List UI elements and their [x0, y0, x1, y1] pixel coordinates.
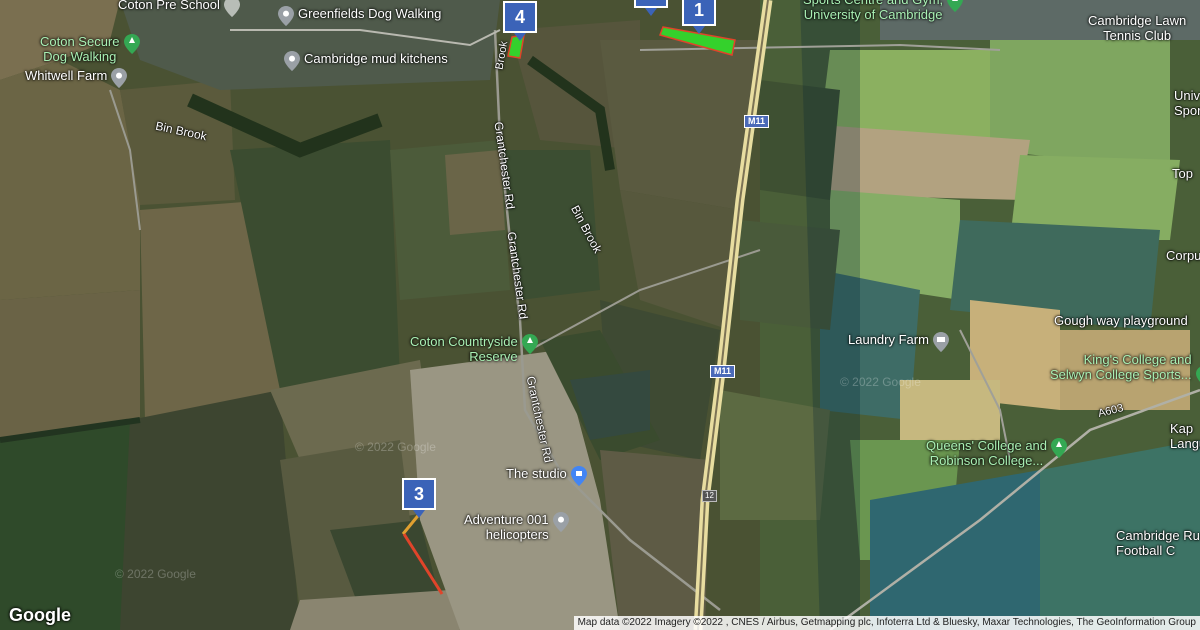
marker-number: 3 — [402, 478, 436, 510]
location-pin-icon — [111, 68, 128, 88]
watermark: © 2022 Google — [355, 440, 436, 454]
poi-the-studio[interactable]: The studio — [506, 466, 587, 486]
poi-queens-college[interactable]: Queens' College and Robinson College... — [926, 438, 1068, 468]
poi-label: Greenfields Dog Walking — [298, 6, 442, 21]
poi-lawn-tennis[interactable]: Cambridge Lawn Tennis Club — [1088, 13, 1186, 43]
park-pin-icon — [521, 334, 538, 354]
poi-label: Queens' College and Robinson College... — [926, 438, 1048, 468]
label-univ-sports: Univ Sports C — [1174, 88, 1200, 118]
marker-tip — [693, 26, 705, 34]
poi-adventure-helicopters[interactable]: Adventure 001 helicopters — [464, 512, 569, 542]
poi-label: Adventure 001 helicopters — [464, 512, 549, 542]
satellite-map[interactable] — [0, 0, 1200, 630]
label-kap-language: Kap Languag — [1170, 421, 1200, 451]
poi-label: Sports Centre and Gym, University of Cam… — [803, 0, 943, 22]
poi-label: Cambridge Lawn Tennis Club — [1088, 13, 1187, 43]
route-marker-3[interactable]: 3 — [402, 478, 436, 518]
route-marker-1[interactable]: 1 — [682, 0, 716, 34]
poi-laundry-farm[interactable]: Laundry Farm — [848, 332, 949, 352]
poi-label: The studio — [506, 466, 567, 481]
poi-label: Whitwell Farm — [25, 68, 108, 83]
marker-tip — [413, 510, 425, 518]
marker-number — [634, 0, 668, 8]
location-pin-icon — [552, 512, 569, 532]
park-pin-icon — [123, 34, 140, 54]
poi-mud-kitchens[interactable]: Cambridge mud kitchens — [284, 51, 448, 71]
poi-coton-reserve[interactable]: Coton Countryside Reserve — [410, 334, 538, 364]
label-cambridge-rugby: Cambridge Ru Football C — [1116, 528, 1200, 558]
poi-coton-secure[interactable]: Coton Secure Dog Walking — [40, 34, 140, 64]
label-corpus: Corpu — [1166, 248, 1200, 263]
school-pin-icon — [932, 332, 949, 352]
motorway-shield-m11: M11 — [710, 365, 736, 378]
poi-coton-pre-school[interactable]: Coton Pre School — [118, 0, 240, 17]
park-pin-icon — [1195, 366, 1200, 383]
location-pin-icon — [284, 51, 300, 71]
shopping-pin-icon — [570, 466, 587, 486]
watermark: © 2022 Google — [115, 567, 196, 581]
location-pin-icon — [278, 6, 294, 26]
watermark: © 2022 Google — [840, 375, 921, 389]
poi-label: Coton Countryside Reserve — [410, 334, 518, 364]
motorway-shield-m11: M11 — [744, 115, 770, 128]
poi-sports-centre[interactable]: Sports Centre and Gym, University of Cam… — [803, 0, 964, 22]
poi-label: Laundry Farm — [848, 332, 929, 347]
marker-number: 4 — [503, 1, 537, 33]
park-pin-icon — [1051, 438, 1068, 458]
junction-number: 12 — [702, 490, 717, 502]
marker-number: 1 — [682, 0, 716, 26]
poi-whitwell-farm[interactable]: Whitwell Farm — [25, 68, 128, 88]
google-logo: Google — [9, 605, 71, 625]
label-top: Top — [1172, 166, 1193, 181]
poi-label: Cambridge mud kitchens — [304, 51, 448, 66]
park-pin-icon — [947, 0, 964, 12]
poi-label: Coton Pre School — [118, 0, 220, 12]
poi-label: Coton Secure Dog Walking — [40, 34, 120, 64]
location-pin-icon — [223, 0, 240, 17]
route-marker[interactable] — [634, 0, 668, 16]
marker-tip — [645, 8, 657, 16]
poi-kings-college-sports[interactable]: King's College and Selwyn College Sports… — [1050, 352, 1200, 386]
route-marker-4[interactable]: 4 — [503, 1, 537, 41]
poi-greenfields[interactable]: Greenfields Dog Walking — [278, 6, 441, 26]
marker-tip — [514, 33, 526, 41]
poi-label: King's College and Selwyn College Sports… — [1050, 352, 1192, 382]
map-attribution: Map data ©2022 Imagery ©2022 , CNES / Ai… — [573, 616, 1200, 630]
label-gough-way: Gough way playground — [1054, 313, 1188, 328]
